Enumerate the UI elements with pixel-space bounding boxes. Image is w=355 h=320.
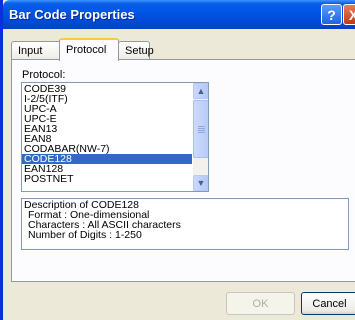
protocol-label: Protocol: <box>22 69 66 81</box>
list-item-postnet[interactable]: POSTNET <box>22 174 192 185</box>
title-bar[interactable]: Bar Code Properties ? X <box>3 0 355 29</box>
close-button[interactable]: X <box>343 4 355 25</box>
grip-line <box>198 126 205 127</box>
dialog-title: Bar Code Properties <box>9 7 135 22</box>
list-scrollbar[interactable]: ▲ ▼ <box>193 83 208 191</box>
description-digits: Number of Digits : 1-250 <box>28 229 142 241</box>
tab-setup[interactable]: Setup <box>118 41 154 60</box>
ok-button[interactable]: OK <box>226 292 295 315</box>
question-mark-icon: ? <box>327 6 336 23</box>
scroll-thumb[interactable] <box>193 100 208 158</box>
scroll-up-button[interactable]: ▲ <box>193 83 208 99</box>
chevron-up-icon: ▲ <box>196 86 206 96</box>
dialog-window: Bar Code Properties ? X Input Protocol S… <box>0 0 355 320</box>
tab-protocol[interactable]: Protocol <box>59 38 119 61</box>
close-icon: X <box>348 6 355 23</box>
cancel-button[interactable]: Cancel <box>301 292 355 315</box>
help-button[interactable]: ? <box>321 4 342 25</box>
chevron-down-icon: ▼ <box>196 178 206 188</box>
grip-line <box>198 130 205 131</box>
grip-line <box>198 132 205 133</box>
protocol-listbox[interactable]: CODE39 I-2/5(ITF) UPC-A UPC-E EAN13 EAN8… <box>21 82 209 192</box>
protocol-list: CODE39 I-2/5(ITF) UPC-A UPC-E EAN13 EAN8… <box>22 84 192 184</box>
tab-input[interactable]: Input <box>11 41 61 60</box>
scroll-down-button[interactable]: ▼ <box>193 175 208 191</box>
grip-line <box>198 128 205 129</box>
description-box: Description of CODE128 Format : One-dime… <box>21 198 349 250</box>
